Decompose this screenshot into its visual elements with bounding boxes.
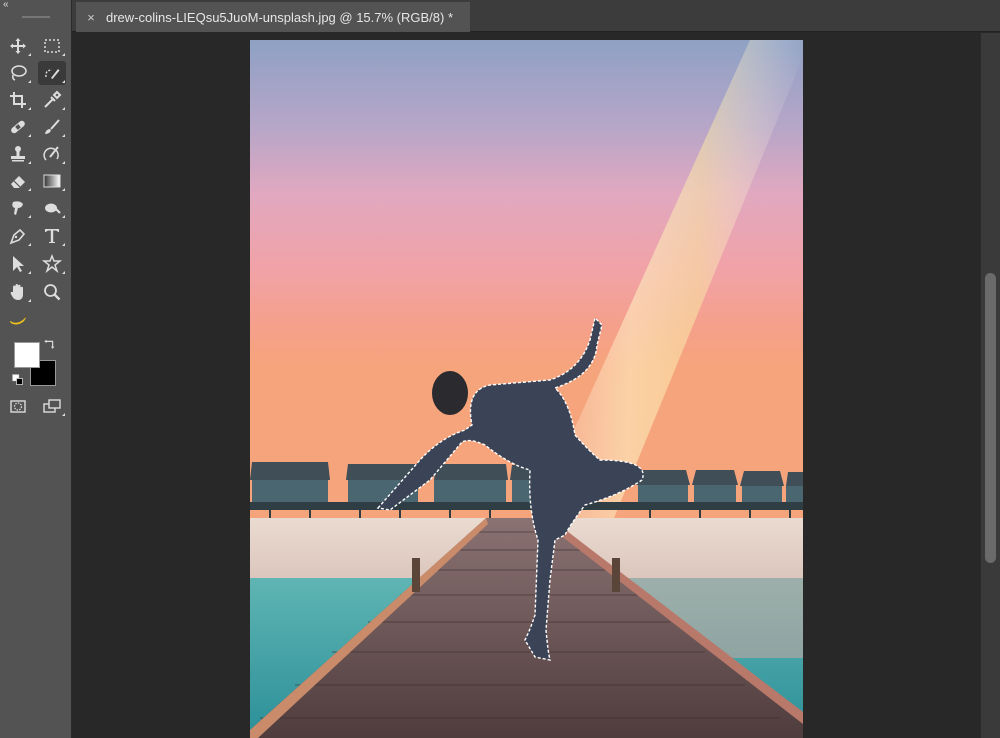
move-icon <box>10 38 26 54</box>
brush-icon <box>45 119 60 134</box>
eraser-tool[interactable] <box>4 169 32 193</box>
hand-icon <box>10 284 23 300</box>
shape-icon <box>42 254 62 274</box>
zoom-tool[interactable] <box>38 280 66 304</box>
close-tab-icon[interactable]: × <box>84 10 98 25</box>
history-brush-tool[interactable] <box>38 142 66 166</box>
custom-shape-tool[interactable] <box>38 252 66 276</box>
foreground-color-swatch[interactable] <box>14 342 40 368</box>
stamp-icon <box>11 146 25 162</box>
type-tool[interactable] <box>38 224 66 248</box>
lasso-tool[interactable] <box>4 61 32 85</box>
dodge-tool[interactable] <box>38 196 66 220</box>
pen-icon <box>9 228 26 245</box>
gradient-tool[interactable] <box>38 169 66 193</box>
smudge-tool[interactable] <box>4 196 32 220</box>
eyedropper-icon <box>44 90 62 108</box>
path-selection-tool[interactable] <box>4 252 32 276</box>
scrollbar-thumb[interactable] <box>985 273 996 563</box>
vertical-scrollbar[interactable] <box>980 33 1000 738</box>
clone-stamp-tool[interactable] <box>4 142 32 166</box>
eyedropper-tool[interactable] <box>38 88 66 112</box>
move-tool[interactable] <box>4 34 32 58</box>
quick-mask-button[interactable] <box>4 394 32 418</box>
default-colors-icon <box>12 374 23 385</box>
dodge-icon <box>45 203 61 214</box>
document-title: drew-colins-LIEQsu5JuoM-unsplash.jpg @ 1… <box>106 9 454 25</box>
swap-colors-button[interactable] <box>42 336 58 352</box>
document-canvas[interactable] <box>250 40 803 738</box>
type-icon <box>45 229 59 243</box>
bandage-icon <box>11 120 25 134</box>
rectangular-marquee-tool[interactable] <box>38 34 66 58</box>
healing-brush-tool[interactable] <box>4 115 32 139</box>
crop-tool[interactable] <box>4 88 32 112</box>
zoom-icon <box>44 284 61 301</box>
gradient-icon <box>43 174 61 188</box>
tools-panel: « <box>0 0 72 738</box>
banana-tool[interactable] <box>4 308 32 332</box>
screen-mode-button[interactable] <box>38 394 66 418</box>
collapse-panel-icon[interactable]: « <box>3 0 9 10</box>
photo-image <box>250 40 803 738</box>
hand-tool[interactable] <box>4 280 32 304</box>
smudge-icon <box>12 201 23 215</box>
canvas-workspace[interactable] <box>72 33 980 738</box>
screen-mode-icon <box>43 399 61 413</box>
history-brush-icon <box>43 146 59 161</box>
quick-selection-tool[interactable] <box>38 61 66 85</box>
panel-grip[interactable] <box>22 16 50 18</box>
banana-icon <box>10 314 28 325</box>
swap-arrows-icon <box>44 339 55 349</box>
marquee-icon <box>44 39 60 53</box>
lasso-icon <box>11 65 27 81</box>
eraser-icon <box>11 176 25 188</box>
crop-icon <box>10 92 26 108</box>
photoshop-window: « × drew-colins-LIEQsu5JuoM-unsplash.jpg… <box>0 0 1000 738</box>
quick-selection-icon <box>45 69 60 79</box>
brush-tool[interactable] <box>38 115 66 139</box>
pen-tool[interactable] <box>4 224 32 248</box>
document-tab[interactable]: × drew-colins-LIEQsu5JuoM-unsplash.jpg @… <box>76 2 470 32</box>
quick-mask-icon <box>10 400 26 413</box>
default-colors-button[interactable] <box>10 372 26 388</box>
document-tab-bar: × drew-colins-LIEQsu5JuoM-unsplash.jpg @… <box>72 0 1000 32</box>
arrow-icon <box>13 256 24 272</box>
